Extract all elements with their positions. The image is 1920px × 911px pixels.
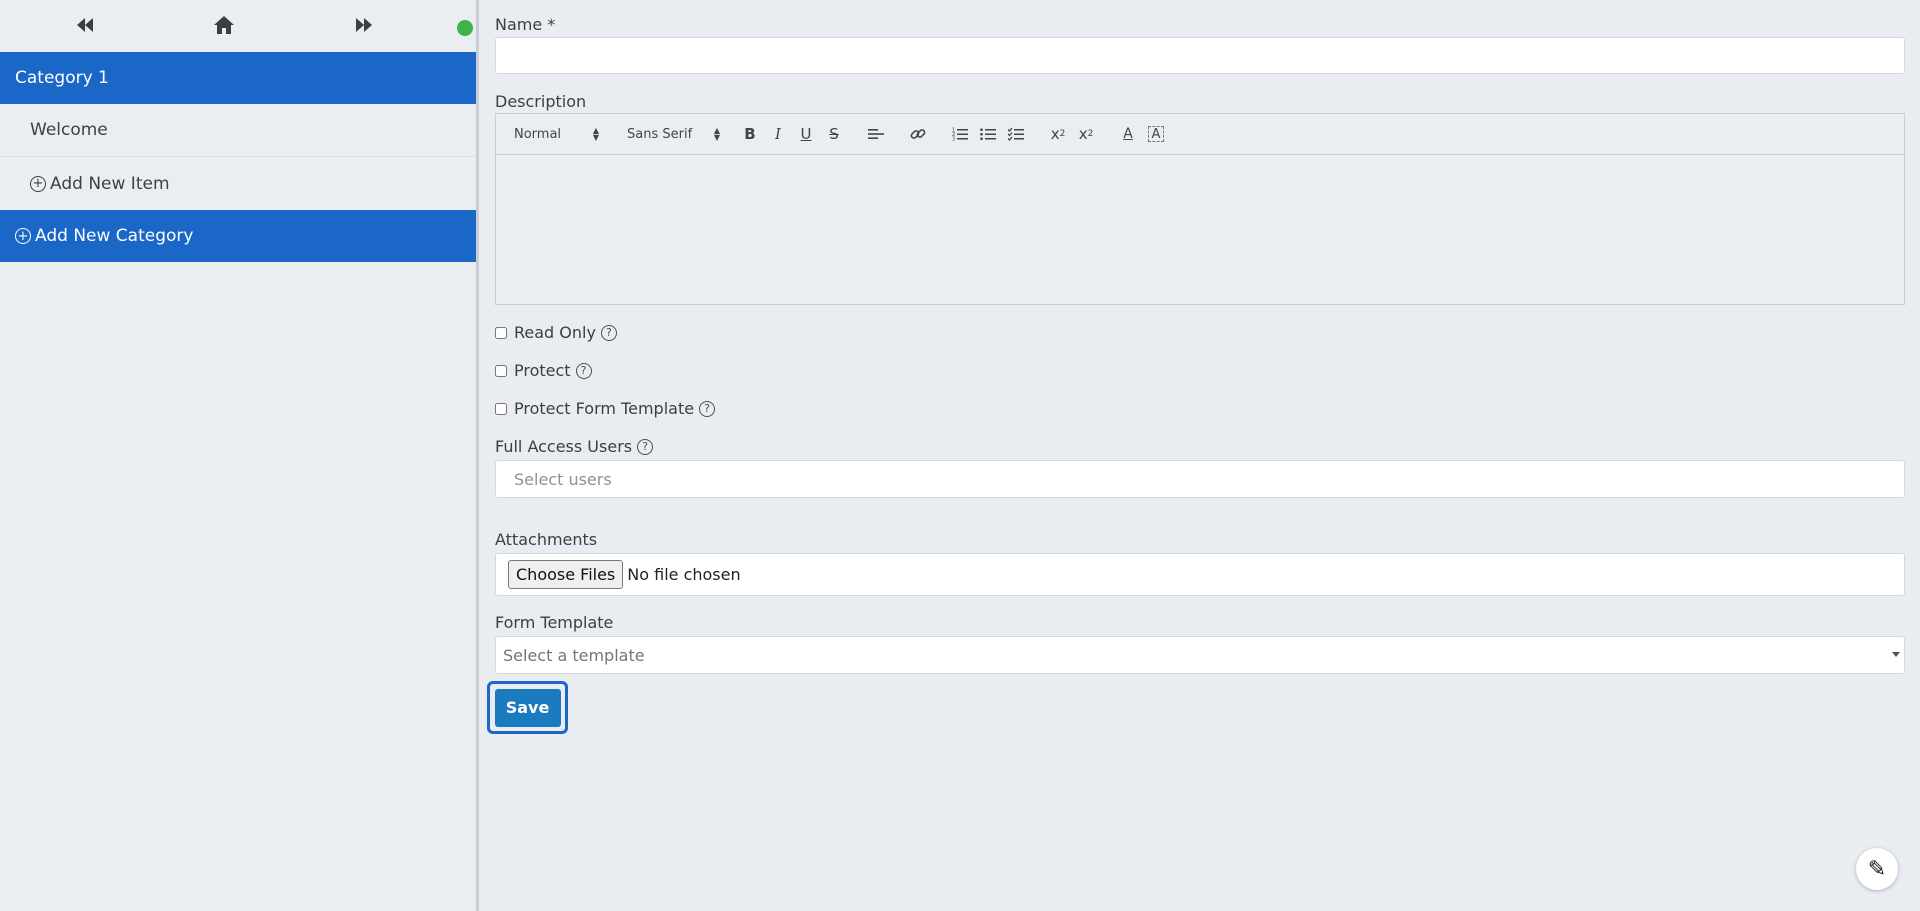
subscript-icon[interactable]: x2 [1044,122,1072,146]
protect-row: Protect ? [495,361,592,380]
choose-files-button[interactable]: Choose Files [508,560,624,589]
home-icon[interactable] [209,12,239,38]
choose-files-label: Choose Files [516,565,616,584]
bold-icon[interactable]: B [736,122,764,146]
read-only-label: Read Only [514,323,596,342]
sidebar-nav [0,0,476,52]
sidebar-category[interactable]: Category 1 [0,52,476,104]
add-new-item-button[interactable]: + Add New Item [0,157,476,210]
help-icon[interactable]: ? [699,400,716,417]
bullet-list-icon[interactable] [974,122,1002,146]
read-only-checkbox[interactable] [495,326,507,339]
link-icon[interactable] [904,122,932,146]
font-select[interactable]: Sans Serif ▲ ▼ [627,127,720,142]
attachments-label: Attachments [495,530,597,549]
help-icon[interactable]: ? [637,438,654,455]
description-editor: Normal ▲ ▼ Sans Serif ▲ ▼ B I U S 123 x … [495,113,1905,305]
description-label: Description [495,92,586,111]
name-label: Name * [495,15,555,34]
strikethrough-icon[interactable]: S [820,122,848,146]
ordered-list-icon[interactable]: 123 [946,122,974,146]
form-template-label: Form Template [495,613,613,632]
updown-arrows-icon: ▲ ▼ [592,126,599,142]
sidebar: Category 1 Welcome + Add New Item + Add … [0,0,479,911]
select-users-input[interactable]: Select users [495,460,1905,498]
rewind-icon[interactable] [70,12,100,38]
name-label-text: Name * [495,15,556,34]
svg-text:3: 3 [952,137,955,142]
plus-circle-icon: + [30,175,46,192]
checklist-icon[interactable] [1002,122,1030,146]
editor-content[interactable] [496,155,1904,304]
description-label-text: Description [495,92,587,111]
help-icon[interactable]: ? [600,324,617,341]
help-icon[interactable]: ? [575,362,592,379]
font-select-value: Sans Serif [627,126,693,142]
form-template-label-text: Form Template [495,613,614,632]
add-new-category-button[interactable]: + Add New Category [0,210,476,262]
sidebar-item-welcome[interactable]: Welcome [0,104,476,157]
category-label: Category 1 [15,68,109,88]
save-focus-ring: Save [487,681,568,734]
editor-toolbar: Normal ▲ ▼ Sans Serif ▲ ▼ B I U S 123 x … [496,114,1904,155]
add-new-category-label: Add New Category [35,226,194,246]
underline-icon[interactable]: U [792,122,820,146]
protect-checkbox[interactable] [495,364,507,377]
add-new-item-label: Add New Item [50,173,170,194]
italic-icon[interactable]: I [764,122,792,146]
read-only-row: Read Only ? [495,323,617,342]
background-color-icon[interactable]: A [1148,126,1164,142]
full-access-label-text: Full Access Users [495,437,633,456]
file-input: Choose Files No file chosen [495,553,1905,596]
protect-label: Protect [514,361,571,380]
wand-icon[interactable]: ✎ [1856,848,1898,890]
save-button[interactable]: Save [494,688,561,727]
caret-down-icon [1892,652,1900,657]
protect-template-label: Protect Form Template [514,399,695,418]
font-color-icon[interactable]: A [1114,122,1142,146]
form-template-select[interactable]: Select a template [495,636,1905,674]
form-template-placeholder: Select a template [503,645,645,665]
size-select-value: Normal [514,126,562,142]
plus-circle-icon: + [15,228,31,244]
superscript-icon[interactable]: x2 [1072,122,1100,146]
protect-template-row: Protect Form Template ? [495,399,716,418]
updown-arrows-icon: ▲ ▼ [713,126,720,142]
full-access-label: Full Access Users ? [495,437,654,456]
size-select[interactable]: Normal ▲ ▼ [514,127,599,142]
attachments-label-text: Attachments [495,530,598,549]
file-status: No file chosen [627,565,741,584]
fast-forward-icon[interactable] [349,12,379,38]
protect-template-checkbox[interactable] [495,402,507,415]
sidebar-item-label: Welcome [30,120,108,140]
status-indicator [457,20,473,36]
name-input[interactable] [495,37,1905,74]
select-users-placeholder: Select users [514,469,612,489]
align-icon[interactable] [862,122,890,146]
